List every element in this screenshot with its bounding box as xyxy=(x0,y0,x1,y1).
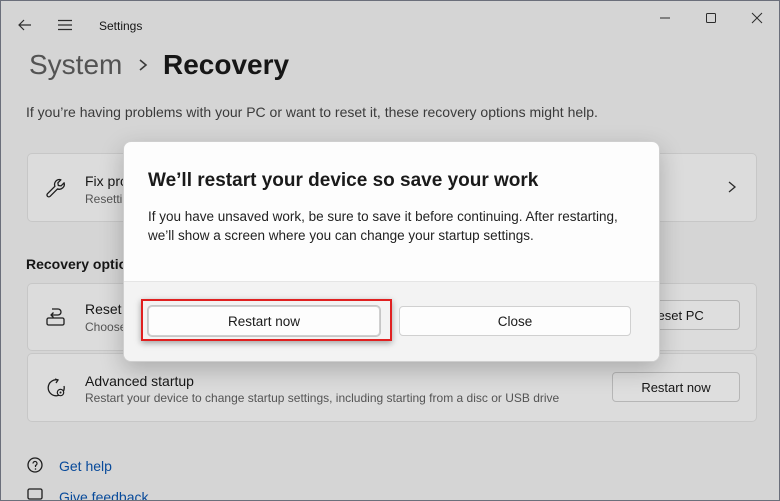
dialog-body: If you have unsaved work, be sure to sav… xyxy=(148,209,618,243)
dialog-title: We’ll restart your device so save your w… xyxy=(148,170,539,191)
dialog-restart-now-button[interactable]: Restart now xyxy=(148,306,380,336)
dialog-close-button[interactable]: Close xyxy=(399,306,631,336)
restart-dialog: We’ll restart your device so save your w… xyxy=(123,141,660,362)
dialog-footer: Restart now Close xyxy=(124,281,659,361)
